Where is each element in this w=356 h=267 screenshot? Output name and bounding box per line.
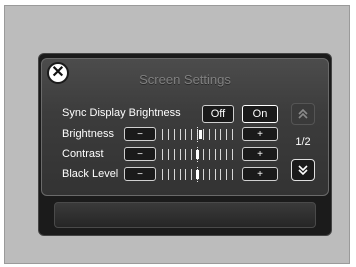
slider-tick <box>215 169 216 180</box>
slider-tick <box>215 129 216 140</box>
slider-tick <box>191 169 192 180</box>
slider-tick <box>215 149 216 160</box>
slider-tick <box>226 149 227 160</box>
slider-tick <box>168 129 169 140</box>
page-indicator: 1/2 <box>295 136 311 148</box>
brightness-label: Brightness <box>62 128 114 140</box>
slider-tick <box>180 149 181 160</box>
slider-tick <box>180 169 181 180</box>
scroll-up-button[interactable] <box>291 103 315 125</box>
page-title: Screen Settings <box>139 72 231 87</box>
slider-tick <box>168 169 169 180</box>
slider-tick <box>191 129 192 140</box>
slider-tick <box>203 129 204 140</box>
slider-tick <box>220 149 221 160</box>
slider-tick <box>220 129 221 140</box>
slider-tick <box>174 129 175 140</box>
double-chevron-up-icon <box>298 108 308 119</box>
brightness-increase-button[interactable]: + <box>242 127 278 141</box>
slider-tick <box>232 129 233 140</box>
slider-tick <box>180 129 181 140</box>
slider-tick <box>209 169 210 180</box>
slider-thumb[interactable] <box>196 150 199 159</box>
black-level-decrease-button[interactable]: − <box>124 167 156 181</box>
sync-on-button[interactable]: On <box>242 105 278 123</box>
slider-tick <box>209 129 210 140</box>
slider-tick <box>203 149 204 160</box>
slider-thumb[interactable] <box>196 170 199 179</box>
slider-tick <box>191 149 192 160</box>
slider-tick <box>232 149 233 160</box>
display-screen: ✕ Screen Settings Sync Display Brightnes… <box>38 53 332 236</box>
slider-tick <box>168 149 169 160</box>
slider-tick <box>209 149 210 160</box>
slider-tick <box>226 129 227 140</box>
slider-tick <box>226 169 227 180</box>
scroll-down-button[interactable] <box>291 159 315 181</box>
brightness-slider[interactable] <box>160 127 234 142</box>
slider-tick <box>162 169 163 180</box>
contrast-decrease-button[interactable]: − <box>124 147 156 161</box>
slider-tick <box>174 169 175 180</box>
slider-tick <box>162 149 163 160</box>
slider-tick <box>174 149 175 160</box>
slider-thumb[interactable] <box>199 130 202 139</box>
contrast-slider[interactable] <box>160 147 234 162</box>
double-chevron-down-icon <box>298 165 308 176</box>
sync-off-button[interactable]: Off <box>202 105 234 123</box>
slider-tick <box>185 149 186 160</box>
black-level-increase-button[interactable]: + <box>242 167 278 181</box>
brightness-decrease-button[interactable]: − <box>124 127 156 141</box>
slider-tick <box>185 129 186 140</box>
settings-panel: ✕ Screen Settings Sync Display Brightnes… <box>41 58 329 196</box>
slider-tick <box>203 169 204 180</box>
slider-tick <box>232 169 233 180</box>
contrast-label: Contrast <box>62 148 104 160</box>
slider-tick <box>162 129 163 140</box>
slider-tick <box>220 169 221 180</box>
bottom-bar <box>54 202 316 228</box>
sync-display-brightness-label: Sync Display Brightness <box>62 107 181 119</box>
black-level-slider[interactable] <box>160 167 234 182</box>
contrast-increase-button[interactable]: + <box>242 147 278 161</box>
black-level-label: Black Level <box>62 168 119 180</box>
slider-tick <box>185 169 186 180</box>
figure-frame: ✕ Screen Settings Sync Display Brightnes… <box>4 5 350 264</box>
